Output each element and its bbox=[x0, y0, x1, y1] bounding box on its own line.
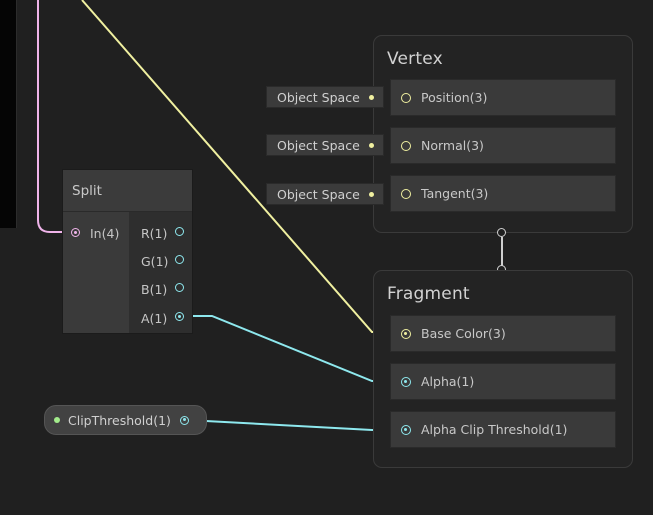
split-output-port-a-icon[interactable] bbox=[175, 312, 184, 321]
property-output-port-icon[interactable] bbox=[179, 415, 189, 425]
input-port-icon[interactable] bbox=[401, 424, 411, 435]
vertex-slot-normal[interactable]: Normal(3) bbox=[390, 127, 616, 164]
object-space-field-tangent[interactable]: Object Space bbox=[266, 183, 384, 205]
slot-label: Base Color(3) bbox=[421, 326, 506, 341]
object-space-field-position[interactable]: Object Space bbox=[266, 86, 384, 108]
edge-split-a-to-alpha bbox=[184, 315, 403, 382]
left-panel-edge bbox=[0, 0, 17, 228]
port-dot-icon bbox=[369, 192, 374, 197]
fragment-slot-alpha[interactable]: Alpha(1) bbox=[390, 363, 616, 400]
vertex-slot-position[interactable]: Position(3) bbox=[390, 79, 616, 116]
fragment-slot-alpha-clip-threshold[interactable]: Alpha Clip Threshold(1) bbox=[390, 411, 616, 448]
property-dot-icon bbox=[54, 417, 60, 423]
split-output-label-r: R(1) bbox=[141, 226, 168, 241]
object-space-label: Object Space bbox=[277, 89, 360, 105]
split-input-label: In(4) bbox=[90, 226, 120, 241]
object-space-field-normal[interactable]: Object Space bbox=[266, 134, 384, 156]
property-label: ClipThreshold(1) bbox=[68, 412, 171, 428]
object-space-label: Object Space bbox=[277, 186, 360, 202]
input-port-icon[interactable] bbox=[401, 328, 411, 339]
fragment-slot-base-color[interactable]: Base Color(3) bbox=[390, 315, 616, 352]
vertex-slot-tangent[interactable]: Tangent(3) bbox=[390, 175, 616, 212]
split-output-label-b: B(1) bbox=[141, 282, 168, 297]
input-port-icon[interactable] bbox=[401, 188, 411, 199]
split-node-title: Split bbox=[72, 182, 102, 199]
input-port-icon[interactable] bbox=[401, 376, 411, 387]
port-dot-icon bbox=[369, 143, 374, 148]
slot-label: Tangent(3) bbox=[421, 186, 489, 201]
slot-label: Position(3) bbox=[421, 90, 488, 105]
clip-threshold-property-node[interactable]: ClipThreshold(1) bbox=[44, 405, 207, 435]
split-output-port-r-icon[interactable] bbox=[175, 227, 184, 236]
input-port-icon[interactable] bbox=[401, 140, 411, 151]
split-output-port-b-icon[interactable] bbox=[175, 283, 184, 292]
split-node-header[interactable]: Split bbox=[63, 170, 192, 211]
edge-clip-to-alpha-clip bbox=[186, 419, 403, 431]
input-port-icon[interactable] bbox=[401, 92, 411, 103]
split-output-label-a: A(1) bbox=[141, 311, 168, 326]
vertex-block-title: Vertex bbox=[387, 49, 443, 69]
block-connector-top-icon[interactable] bbox=[497, 228, 506, 237]
split-output-label-g: G(1) bbox=[141, 254, 169, 269]
fragment-block-title: Fragment bbox=[387, 284, 470, 304]
slot-label: Normal(3) bbox=[421, 138, 484, 153]
split-output-port-g-icon[interactable] bbox=[175, 255, 184, 264]
slot-label: Alpha Clip Threshold(1) bbox=[421, 422, 568, 437]
split-node[interactable]: Split In(4) R(1) G(1) B(1) A(1) bbox=[62, 169, 193, 334]
slot-label: Alpha(1) bbox=[421, 374, 475, 389]
object-space-label: Object Space bbox=[277, 137, 360, 153]
split-input-port-icon[interactable] bbox=[71, 228, 80, 237]
port-dot-icon bbox=[369, 95, 374, 100]
block-connector-line bbox=[501, 237, 503, 267]
